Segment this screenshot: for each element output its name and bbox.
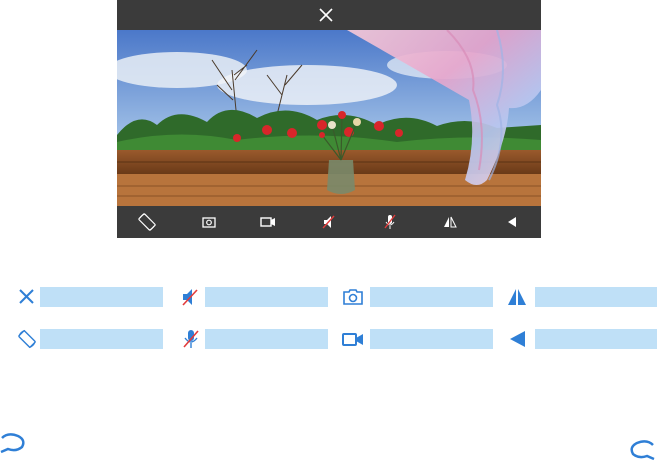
record-video-icon <box>342 333 363 346</box>
flip-icon[interactable] <box>440 212 460 232</box>
legend-label-bar <box>370 287 493 307</box>
legend-label-bar <box>370 329 493 349</box>
legend-label-bar <box>40 329 163 349</box>
legend-label-bar <box>535 329 657 349</box>
record-video-icon[interactable] <box>258 212 278 232</box>
intercom-monitor-screen <box>117 0 541 238</box>
legend-back <box>506 329 657 349</box>
legend-microphone-mute <box>180 329 328 349</box>
close-icon[interactable] <box>318 7 334 23</box>
back-icon[interactable] <box>502 212 522 232</box>
rotate-icon <box>18 329 36 349</box>
speaker-mute-icon <box>182 289 198 306</box>
flip-icon <box>508 289 526 305</box>
page-corner-mark-right <box>630 440 655 461</box>
legend-label-bar <box>205 329 328 349</box>
speaker-mute-icon[interactable] <box>319 212 339 232</box>
legend-flip <box>506 287 657 307</box>
legend-close <box>16 287 163 307</box>
page-corner-mark-left <box>0 433 25 454</box>
legend-rotate <box>16 329 163 349</box>
microphone-mute-icon[interactable] <box>380 212 400 232</box>
back-icon <box>510 331 525 347</box>
legend-label-bar <box>205 287 328 307</box>
legend-record-video <box>342 329 493 349</box>
top-toolbar <box>117 0 541 30</box>
legend-label-bar <box>535 287 657 307</box>
legend-label-bar <box>40 287 163 307</box>
legend-snapshot <box>342 287 493 307</box>
snapshot-icon[interactable] <box>199 212 219 232</box>
close-icon <box>19 289 34 304</box>
rotate-icon[interactable] <box>137 212 157 232</box>
bottom-toolbar <box>117 206 541 238</box>
legend-speaker-mute <box>180 287 328 307</box>
manual-page <box>0 0 657 462</box>
live-video-feed <box>117 30 541 206</box>
microphone-mute-icon <box>183 330 199 348</box>
snapshot-icon <box>343 289 363 305</box>
